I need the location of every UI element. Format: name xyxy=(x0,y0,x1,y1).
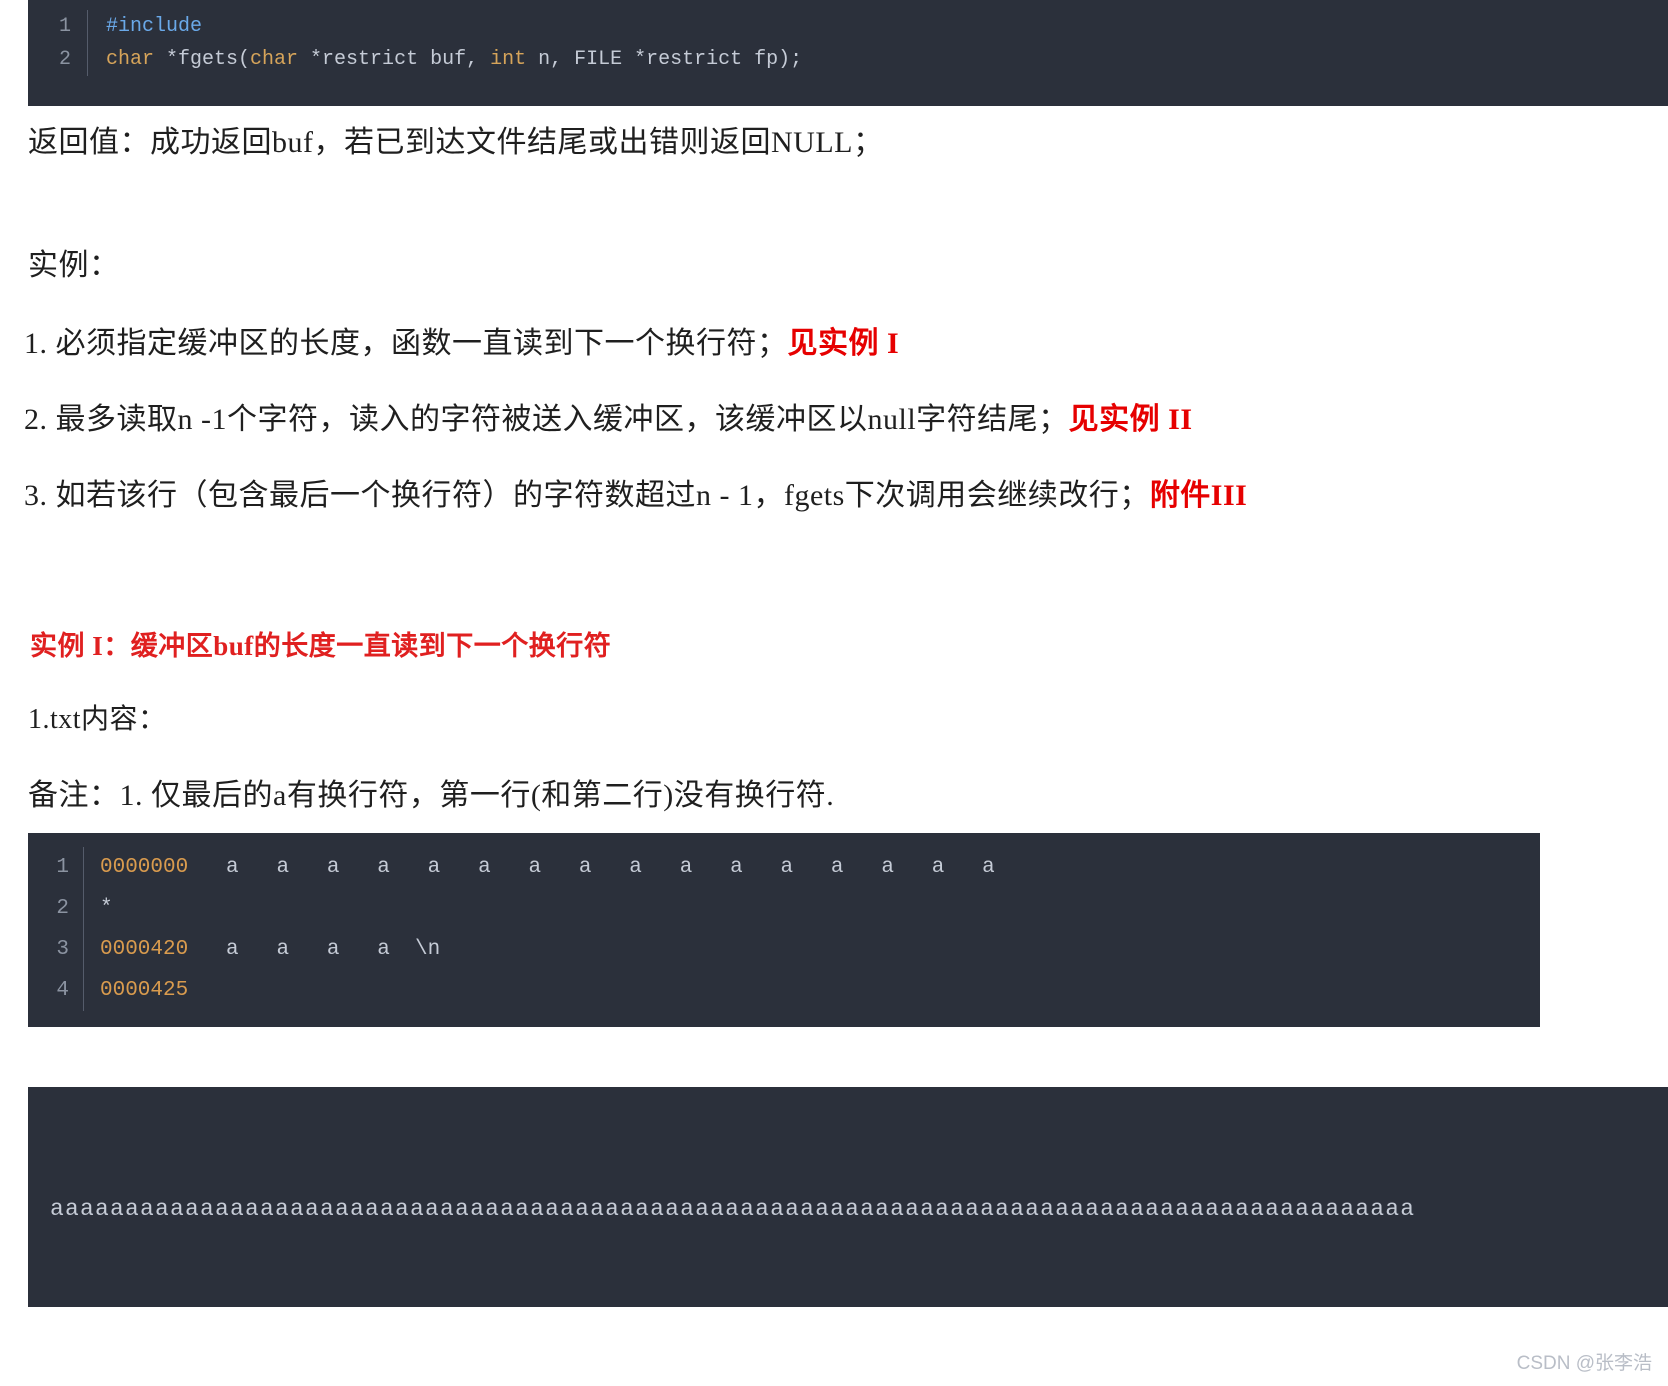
code-token: char xyxy=(106,48,155,71)
rule-item-2-text: 2. 最多读取n -1个字符，读入的字符被送入缓冲区，该缓冲区以null字符结尾… xyxy=(24,403,1069,436)
txt-file-label: 1.txt内容： xyxy=(28,704,167,735)
code-block-hexdump: 1 0000000 a a a a a a a a a a a a a a a … xyxy=(28,833,1540,1027)
code-block-fgets-signature: 1 #include 2 char *fgets(char *restrict … xyxy=(28,0,1668,106)
code-line-content: #include xyxy=(88,10,214,43)
code-token: *restrict buf, xyxy=(298,48,491,71)
hex-offset: 0000000 xyxy=(100,856,189,879)
hex-spacer xyxy=(188,938,226,961)
rule-item-3: 3. 如若该行（包含最后一个换行符）的字符数超过n - 1，fgets下次调用会… xyxy=(24,470,1247,514)
code-line: 2 char *fgets(char *restrict buf, int n,… xyxy=(28,43,1668,76)
rule-item-3-link: 附件III xyxy=(1149,479,1248,512)
hex-bytes: a a a a a a a a a a a a a a a a xyxy=(226,856,995,879)
code-line: 3 0000420 a a a a \n xyxy=(28,929,1540,970)
code-line-content: 0000420 a a a a \n xyxy=(84,929,440,970)
document-page: 1 #include 2 char *fgets(char *restrict … xyxy=(0,0,1668,1386)
note-paragraph: 备注：1. 仅最后的a有换行符，第一行(和第二行)没有换行符. xyxy=(28,779,835,812)
rule-item-1-text: 1. 必须指定缓冲区的长度，函数一直读到下一个换行符； xyxy=(24,327,788,360)
hex-offset: 0000420 xyxy=(100,938,189,961)
hex-spacer xyxy=(188,856,226,879)
rule-item-3-text: 3. 如若该行（包含最后一个换行符）的字符数超过n - 1，fgets下次调用会… xyxy=(24,479,1150,512)
line-number: 3 xyxy=(28,929,84,970)
examples-label: 实例： xyxy=(28,249,120,282)
rule-item-2: 2. 最多读取n -1个字符，读入的字符被送入缓冲区，该缓冲区以null字符结尾… xyxy=(24,394,1193,438)
hex-bytes: a a a a \n xyxy=(226,938,441,961)
line-number: 4 xyxy=(28,970,84,1011)
code-line: 1 #include xyxy=(28,10,1668,43)
rule-item-2-link: 见实例 II xyxy=(1068,403,1193,436)
rule-item-1: 1. 必须指定缓冲区的长度，函数一直读到下一个换行符；见实例 I xyxy=(24,318,899,362)
code-line: 2 * xyxy=(28,888,1540,929)
line-number: 1 xyxy=(28,847,84,888)
code-token: char xyxy=(250,48,299,71)
line-number: 2 xyxy=(28,43,88,76)
code-line-content: 0000000 a a a a a a a a a a a a a a a a xyxy=(84,847,995,888)
code-token: #include xyxy=(106,15,215,38)
line-number: 1 xyxy=(28,10,88,43)
code-line-content: * xyxy=(84,888,113,929)
return-value-paragraph: 返回值：成功返回buf，若已到达文件结尾或出错则返回NULL； xyxy=(28,126,884,159)
code-line-content: char *fgets(char *restrict buf, int n, F… xyxy=(88,43,802,76)
code-line: 1 0000000 a a a a a a a a a a a a a a a … xyxy=(28,847,1540,888)
code-token: *fgets( xyxy=(154,48,251,71)
hex-bytes: * xyxy=(100,897,113,920)
program-output-block: aaaaaaaaaaaaaaaaaaaaaaaaaaaaaaaaaaaaaaaa… xyxy=(28,1087,1668,1307)
code-line: 4 0000425 xyxy=(28,970,1540,1011)
hex-offset: 0000425 xyxy=(100,979,189,1002)
code-line-content: 0000425 xyxy=(84,970,188,1011)
rule-item-1-link: 见实例 I xyxy=(787,327,900,360)
example-1-heading: 实例 I：缓冲区buf的长度一直读到下一个换行符 xyxy=(30,631,612,661)
code-token: n, FILE *restrict fp); xyxy=(526,48,803,71)
output-line: aaaaaaaaaaaaaaaaaaaaaaaaaaaaaaaaaaaaaaaa… xyxy=(50,1196,1416,1222)
code-token: int xyxy=(490,48,527,71)
line-number: 2 xyxy=(28,888,84,929)
csdn-watermark: CSDN @张李浩 xyxy=(1516,1353,1652,1374)
